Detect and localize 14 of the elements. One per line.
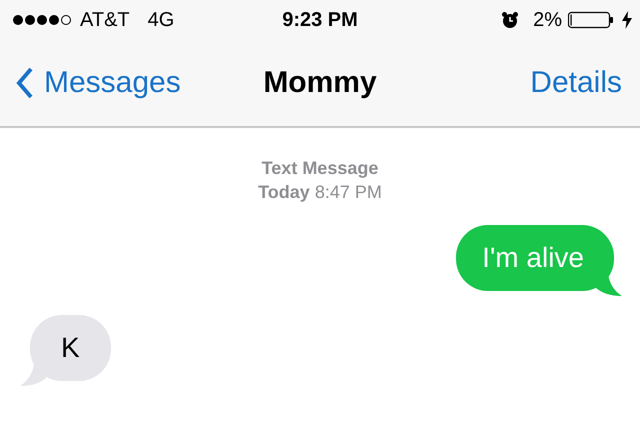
status-time: 9:23 PM [282, 8, 358, 32]
alarm-clock-icon [501, 11, 520, 29]
message-timestamp: Today 8:47 PM [257, 181, 383, 204]
battery-icon [568, 11, 614, 29]
conversation-title: Mommy [263, 66, 377, 100]
battery-percent: 2% [533, 8, 562, 32]
signal-icon [12, 14, 74, 26]
back-chevron-icon [16, 67, 34, 99]
network-type: 4G [148, 8, 174, 32]
back-link[interactable]: Messages [16, 66, 181, 100]
carrier-name: AT&T [80, 8, 130, 32]
service-label: Text Message [260, 157, 380, 180]
details-link[interactable]: Details [530, 66, 622, 100]
charging-bolt-icon [622, 11, 632, 29]
